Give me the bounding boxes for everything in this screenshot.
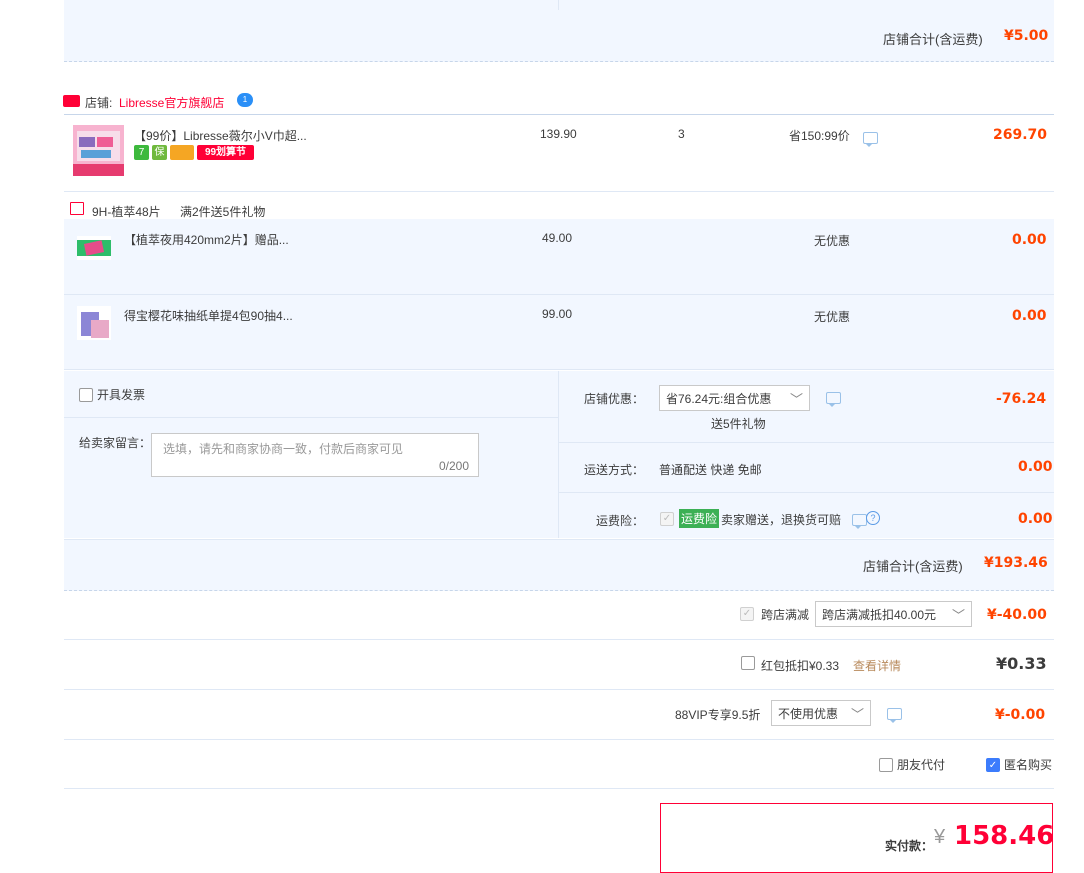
item-quantity: 3 <box>678 127 685 141</box>
divider <box>559 492 1054 493</box>
gift-total: 0.00 <box>1012 308 1047 324</box>
red-packet-label: 红包抵扣¥0.33 <box>761 659 840 673</box>
invoice-checkbox[interactable] <box>79 387 93 402</box>
invoice-label: 开具发票 <box>97 388 146 402</box>
shipping-label: 运送方式： <box>584 463 645 477</box>
vip-label: 88VIP专享9.5折 <box>675 708 761 722</box>
seller-message-input[interactable]: 选填，请先和商家协商一致，付款后商家可见 0/200 <box>151 433 479 477</box>
divider <box>64 417 558 418</box>
friend-pay-label: 朋友代付 <box>897 758 946 772</box>
vip-select[interactable]: 不使用优惠 ﹀ <box>771 700 871 726</box>
shipping-value: 普通配送 快递 免邮 <box>659 463 762 477</box>
cross-store-selected: 跨店满减抵扣40.00元 <box>822 607 937 622</box>
help-icon[interactable]: ? <box>866 511 880 525</box>
product-thumbnail[interactable] <box>73 125 124 176</box>
item-total: 269.70 <box>993 127 1048 143</box>
anonymous-label: 匿名购买 <box>1004 758 1053 772</box>
shop-total-amount: ¥193.46 <box>984 555 1048 571</box>
chevron-down-icon: ﹀ <box>789 391 803 407</box>
vip-chat-icon[interactable] <box>887 708 902 723</box>
vip-selected: 不使用优惠 <box>778 706 839 721</box>
shop-prefix: 店铺: <box>85 96 113 110</box>
final-currency: ¥ <box>934 826 946 848</box>
chevron-down-icon: ﹀ <box>850 706 864 722</box>
shop-discount-select[interactable]: 省76.24元:组合优惠 ﹀ <box>659 385 810 411</box>
guarantee-icon: 保 <box>152 145 167 160</box>
red-packet-amount: ¥0.33 <box>996 654 1047 673</box>
cross-store-amount: ¥-40.00 <box>987 607 1047 623</box>
insurance-chat-icon[interactable] <box>852 514 867 529</box>
red-packet-row <box>64 640 1054 690</box>
top-summary-label: 店铺合计(含运费) <box>883 32 983 47</box>
item-unit-price: 139.90 <box>540 127 577 141</box>
wangwang-chat-icon[interactable]: 1 <box>237 93 253 107</box>
promo-chat-icon[interactable] <box>863 132 878 147</box>
final-amount: 158.46 <box>954 821 1055 851</box>
friend-pay-checkbox[interactable] <box>879 757 893 772</box>
message-label: 给卖家留言： <box>79 436 152 450</box>
red-packet-checkbox[interactable] <box>741 656 755 670</box>
seven-day-return-icon: 7 <box>134 145 149 160</box>
gift-promo: 无优惠 <box>814 234 851 248</box>
cross-store-select[interactable]: 跨店满减抵扣40.00元 ﹀ <box>815 601 972 627</box>
credit-card-icon <box>170 145 194 160</box>
red-packet-details-link[interactable]: 查看详情 <box>853 657 901 674</box>
shop-name-link[interactable]: Libresse官方旗舰店 <box>119 94 224 111</box>
divider <box>558 371 559 538</box>
item-promo: 省150:99价 <box>789 129 850 143</box>
insurance-badge: 运费险 <box>679 509 720 528</box>
item-title-link[interactable]: 【99价】Libresse薇尔小V巾超... <box>134 127 307 144</box>
vip-row <box>64 690 1054 740</box>
vip-amount: ¥-0.00 <box>995 707 1046 723</box>
anonymous-option[interactable]: ✓ 匿名购买 <box>986 756 1052 773</box>
gift-thumbnail[interactable] <box>77 306 111 340</box>
gift-bundle-rule: 满2件送5件礼物 <box>180 205 266 219</box>
chevron-down-icon: ﹀ <box>951 607 965 623</box>
message-placeholder: 选填，请先和商家协商一致，付款后商家可见 <box>163 442 404 456</box>
cross-store-label: 跨店满减 <box>761 608 810 622</box>
shop-discount-note: 送5件礼物 <box>711 417 766 431</box>
insurance-amount: 0.00 <box>1018 511 1053 527</box>
final-label: 实付款： <box>885 839 934 853</box>
top-summary-amount: ¥5.00 <box>1004 28 1049 44</box>
shop-discount-selected: 省76.24元:组合优惠 <box>666 391 772 406</box>
shipping-amount: 0.00 <box>1018 459 1053 475</box>
insurance-checkbox: ✓ <box>660 512 674 526</box>
shop-discount-label: 店铺优惠： <box>584 392 645 406</box>
insurance-label: 运费险： <box>596 514 645 528</box>
gift-icon <box>70 202 84 215</box>
message-counter: 0/200 <box>438 459 469 473</box>
invoice-option[interactable]: 开具发票 <box>79 386 145 403</box>
gift-thumbnail[interactable] <box>77 236 111 260</box>
gift-title[interactable]: 得宝樱花味抽纸单提4包90抽4... <box>124 307 293 324</box>
gift-price: 49.00 <box>542 231 573 245</box>
gift-title[interactable]: 【植萃夜用420mm2片】赠品... <box>124 231 289 248</box>
cross-store-checkbox: ✓ <box>740 607 754 621</box>
discount-chat-icon[interactable] <box>826 392 841 407</box>
divider <box>559 442 1054 443</box>
promo-festival-badge: 99划算节 <box>197 145 254 160</box>
gift-promo: 无优惠 <box>814 310 851 324</box>
item-tags: 7 保 99划算节 <box>134 145 254 160</box>
friend-pay-option[interactable]: 朋友代付 <box>879 756 945 773</box>
gift-total: 0.00 <box>1012 232 1047 248</box>
shop-discount-amount: -76.24 <box>996 391 1047 407</box>
gift-bundle-title: 9H-植萃48片 <box>92 205 161 219</box>
tmall-badge-icon <box>63 95 80 107</box>
shop-total-label: 店铺合计(含运费) <box>863 559 963 574</box>
divider <box>558 0 559 10</box>
anonymous-checkbox[interactable]: ✓ <box>986 757 1000 772</box>
insurance-text: 卖家赠送，退换货可赔 <box>721 513 842 527</box>
gift-price: 99.00 <box>542 307 573 321</box>
